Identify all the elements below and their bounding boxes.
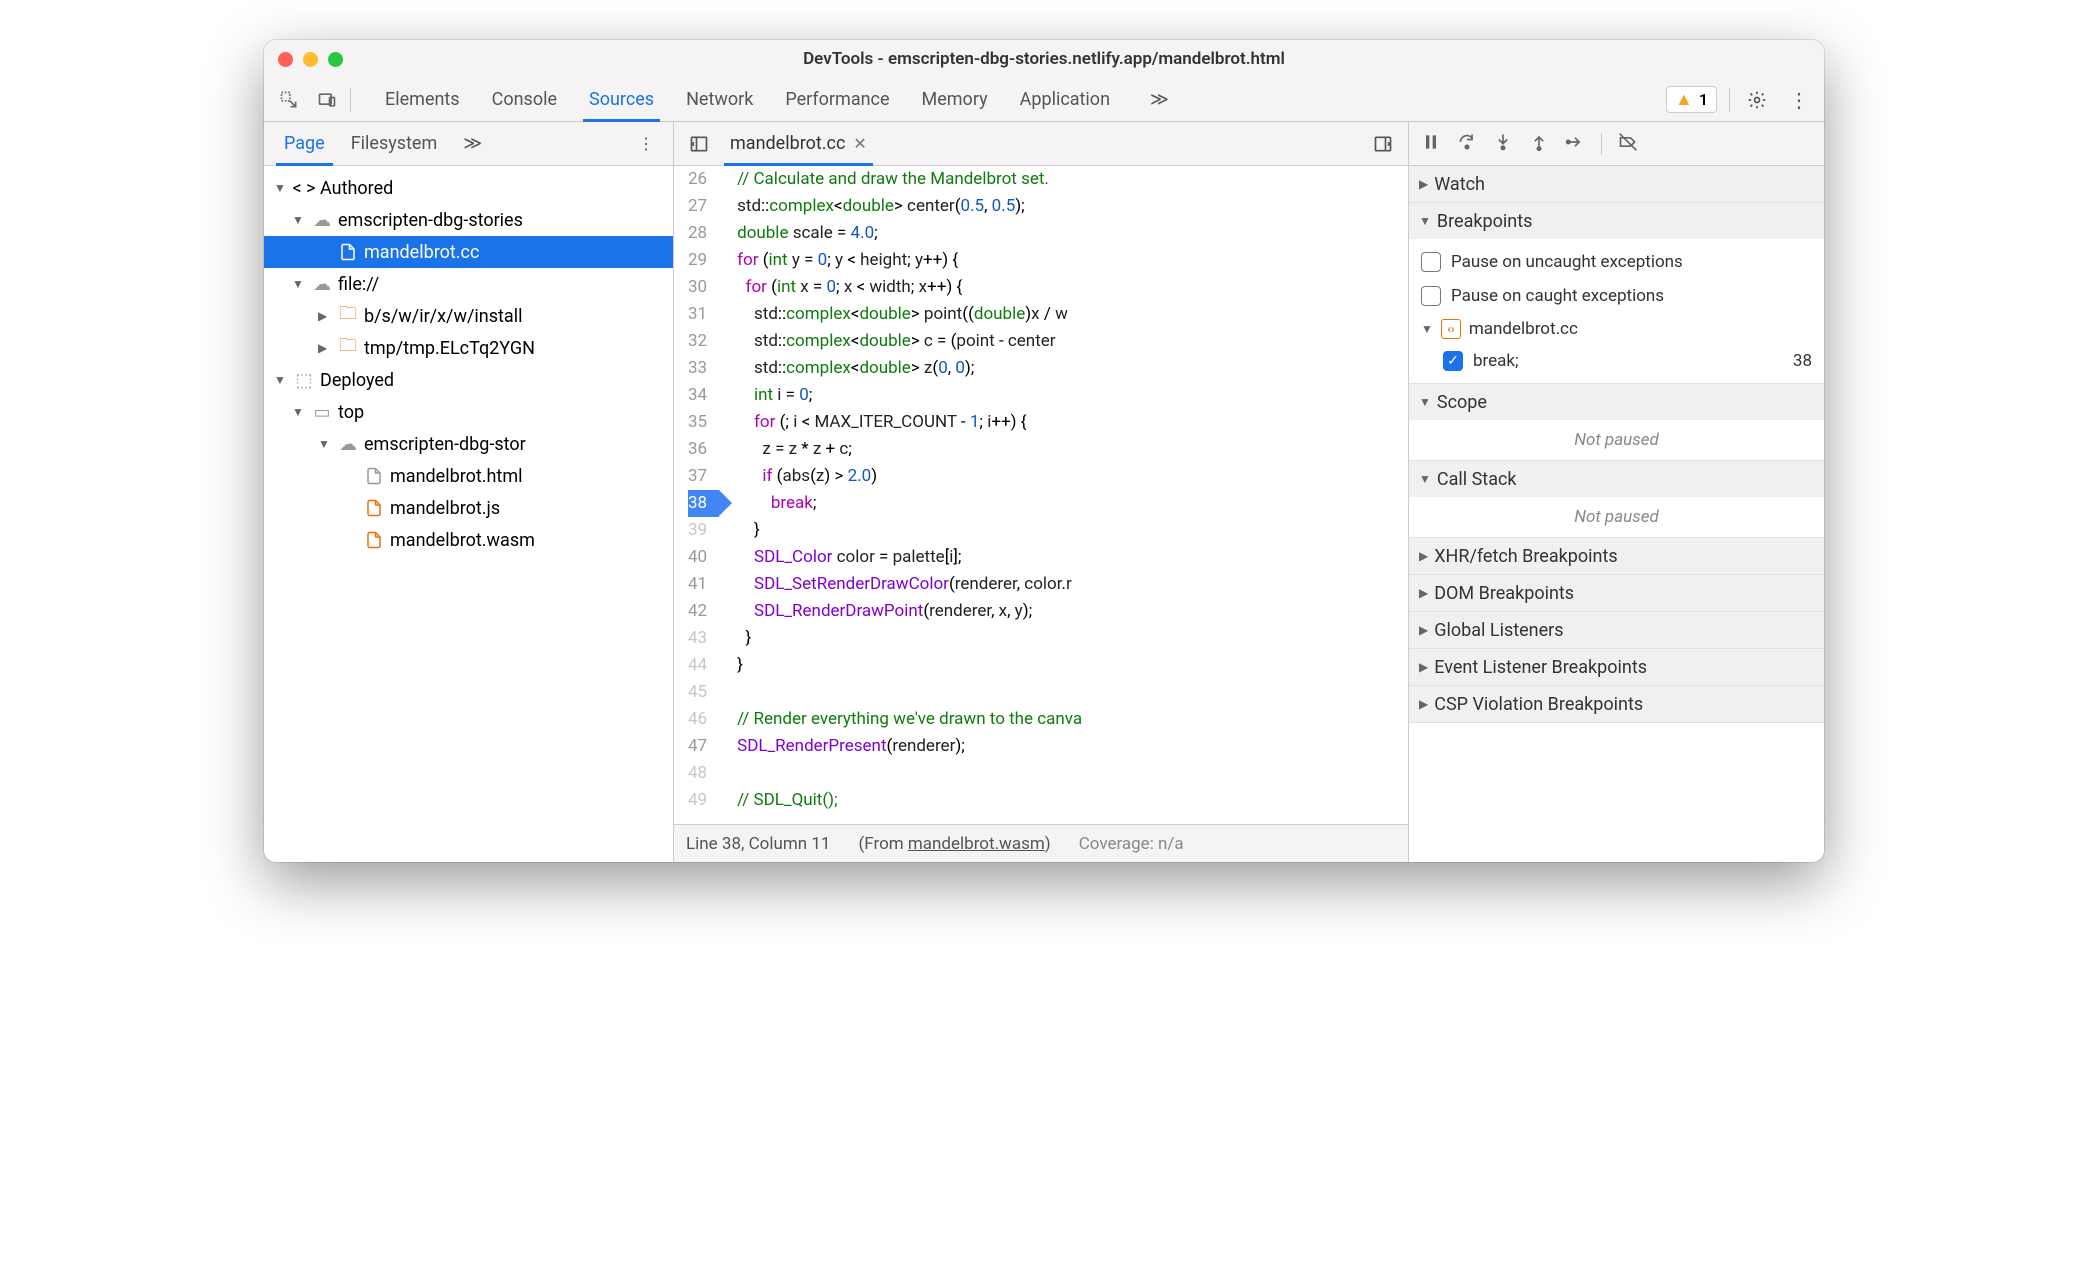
- tab-network[interactable]: Network: [670, 78, 769, 122]
- editor-area: mandelbrot.cc ✕ 262728293031323334353637…: [674, 122, 1409, 862]
- warning-icon: ▲: [1675, 89, 1693, 110]
- breakpoint-line[interactable]: ✓break;38: [1421, 345, 1812, 377]
- kebab-icon[interactable]: ⋮: [631, 129, 661, 159]
- divider: [1729, 88, 1730, 112]
- pane-scope: ▼Scope Not paused: [1409, 384, 1824, 461]
- tab-application[interactable]: Application: [1004, 78, 1126, 122]
- tree-file-selected[interactable]: mandelbrot.cc: [264, 236, 673, 268]
- toggle-debugger-icon[interactable]: [1368, 129, 1398, 159]
- tab-elements[interactable]: Elements: [369, 78, 476, 122]
- deactivate-breakpoints-icon[interactable]: [1618, 132, 1638, 156]
- pane-header-scope[interactable]: ▼Scope: [1409, 384, 1824, 420]
- warnings-badge[interactable]: ▲ 1: [1666, 86, 1717, 113]
- device-icon[interactable]: [312, 85, 342, 115]
- minimize-window-icon[interactable]: [303, 52, 318, 67]
- status-bar: Line 38, Column 11 (From mandelbrot.wasm…: [674, 824, 1408, 862]
- pane-header-xhr[interactable]: ▶XHR/fetch Breakpoints: [1409, 538, 1824, 574]
- tab-sources[interactable]: Sources: [573, 78, 670, 122]
- checkbox-caught[interactable]: Pause on caught exceptions: [1421, 279, 1812, 313]
- close-icon[interactable]: ✕: [853, 134, 866, 153]
- tab-page[interactable]: Page: [276, 122, 333, 166]
- checkbox-uncaught[interactable]: Pause on uncaught exceptions: [1421, 245, 1812, 279]
- inspect-icon[interactable]: [274, 85, 304, 115]
- pane-header-event[interactable]: ▶Event Listener Breakpoints: [1409, 649, 1824, 685]
- debugger-sidebar: ▶Watch ▼Breakpoints Pause on uncaught ex…: [1409, 122, 1824, 862]
- step-over-icon[interactable]: [1457, 132, 1477, 156]
- tree-site[interactable]: ▼☁emscripten-dbg-stories: [264, 204, 673, 236]
- tree-top[interactable]: ▼▭top: [264, 396, 673, 428]
- panel-tabs: ElementsConsoleSourcesNetworkPerformance…: [369, 78, 1126, 122]
- pane-watch: ▶Watch: [1409, 166, 1824, 203]
- file-tree: ▼< >Authored ▼☁emscripten-dbg-stories ma…: [264, 166, 673, 862]
- pause-icon[interactable]: [1421, 132, 1441, 156]
- breakpoint-file[interactable]: ▼‹›mandelbrot.cc: [1421, 313, 1812, 345]
- tree-file[interactable]: mandelbrot.js: [264, 492, 673, 524]
- pane-dom: ▶DOM Breakpoints: [1409, 575, 1824, 612]
- callstack-not-paused: Not paused: [1409, 497, 1824, 537]
- tree-folder[interactable]: ▶🗀b/s/w/ir/x/w/install: [264, 300, 673, 332]
- pane-callstack: ▼Call Stack Not paused: [1409, 461, 1824, 538]
- kebab-icon[interactable]: ⋮: [1784, 85, 1814, 115]
- tab-performance[interactable]: Performance: [769, 78, 905, 122]
- gutter[interactable]: 2627282930313233343536373839404142434445…: [674, 166, 719, 824]
- step-out-icon[interactable]: [1529, 132, 1549, 156]
- window-title: DevTools - emscripten-dbg-stories.netlif…: [803, 49, 1285, 69]
- tab-filesystem[interactable]: Filesystem: [343, 122, 446, 166]
- tree-site[interactable]: ▼☁emscripten-dbg-stor: [264, 428, 673, 460]
- tree-file-proto[interactable]: ▼☁file://: [264, 268, 673, 300]
- cursor-position: Line 38, Column 11: [686, 834, 830, 854]
- tree-folder[interactable]: ▶🗀tmp/tmp.ELcTq2YGN: [264, 332, 673, 364]
- main-toolbar: ElementsConsoleSourcesNetworkPerformance…: [264, 78, 1824, 122]
- file-tab-label: mandelbrot.cc: [730, 133, 845, 154]
- pane-header-callstack[interactable]: ▼Call Stack: [1409, 461, 1824, 497]
- pane-breakpoints: ▼Breakpoints Pause on uncaught exception…: [1409, 203, 1824, 384]
- code-content[interactable]: // Calculate and draw the Mandelbrot set…: [719, 166, 1408, 824]
- pane-global: ▶Global Listeners: [1409, 612, 1824, 649]
- pane-header-dom[interactable]: ▶DOM Breakpoints: [1409, 575, 1824, 611]
- settings-icon[interactable]: [1742, 85, 1772, 115]
- toggle-navigator-icon[interactable]: [684, 129, 714, 159]
- navigator-tabs: Page Filesystem ≫ ⋮: [264, 122, 673, 166]
- step-icon[interactable]: [1565, 132, 1585, 156]
- warning-count: 1: [1699, 90, 1708, 109]
- more-tabs-icon[interactable]: ≫: [1134, 78, 1185, 122]
- pane-header-global[interactable]: ▶Global Listeners: [1409, 612, 1824, 648]
- step-into-icon[interactable]: [1493, 132, 1513, 156]
- source-from: (From mandelbrot.wasm): [858, 834, 1050, 854]
- window-controls: [278, 52, 343, 67]
- tab-memory[interactable]: Memory: [906, 78, 1004, 122]
- tab-console[interactable]: Console: [476, 78, 573, 122]
- more-icon[interactable]: ≫: [463, 133, 482, 154]
- maximize-window-icon[interactable]: [328, 52, 343, 67]
- scope-not-paused: Not paused: [1409, 420, 1824, 460]
- tree-deployed[interactable]: ▼⬚Deployed: [264, 364, 673, 396]
- tree-authored[interactable]: ▼< >Authored: [264, 172, 673, 204]
- coverage: Coverage: n/a: [1079, 834, 1184, 854]
- tree-file[interactable]: mandelbrot.wasm: [264, 524, 673, 556]
- source-link[interactable]: mandelbrot.wasm: [908, 834, 1045, 854]
- pane-xhr: ▶XHR/fetch Breakpoints: [1409, 538, 1824, 575]
- pane-header-breakpoints[interactable]: ▼Breakpoints: [1409, 203, 1824, 239]
- titlebar: DevTools - emscripten-dbg-stories.netlif…: [264, 40, 1824, 78]
- main-body: Page Filesystem ≫ ⋮ ▼< >Authored ▼☁emscr…: [264, 122, 1824, 862]
- pane-event: ▶Event Listener Breakpoints: [1409, 649, 1824, 686]
- navigator-sidebar: Page Filesystem ≫ ⋮ ▼< >Authored ▼☁emscr…: [264, 122, 674, 862]
- pane-header-watch[interactable]: ▶Watch: [1409, 166, 1824, 202]
- tree-file[interactable]: mandelbrot.html: [264, 460, 673, 492]
- debugger-toolbar: [1409, 122, 1824, 166]
- pane-header-csp[interactable]: ▶CSP Violation Breakpoints: [1409, 686, 1824, 722]
- devtools-window: DevTools - emscripten-dbg-stories.netlif…: [264, 40, 1824, 862]
- file-tab[interactable]: mandelbrot.cc ✕: [724, 122, 873, 166]
- divider: [1601, 133, 1602, 155]
- divider: [350, 88, 351, 112]
- editor-tabs: mandelbrot.cc ✕: [674, 122, 1408, 166]
- code-editor[interactable]: 2627282930313233343536373839404142434445…: [674, 166, 1408, 824]
- close-window-icon[interactable]: [278, 52, 293, 67]
- pane-csp: ▶CSP Violation Breakpoints: [1409, 686, 1824, 723]
